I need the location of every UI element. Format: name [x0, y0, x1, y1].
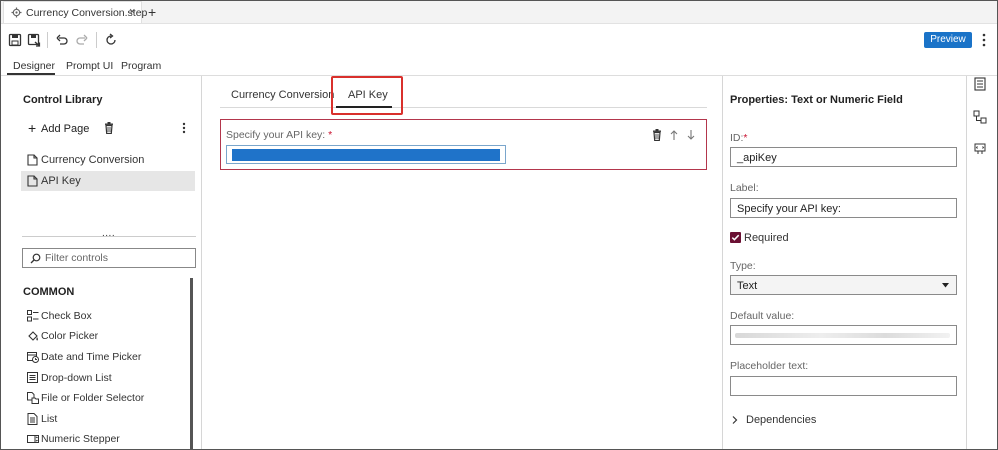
page-tabs-divider	[220, 107, 707, 108]
file-tab[interactable]: Currency Conversion.step ×	[3, 1, 147, 23]
control-item-dropdown-list[interactable]: Drop-down List	[27, 369, 187, 387]
add-page-label: Add Page	[41, 123, 90, 135]
control-item-numeric-stepper[interactable]: Numeric Stepper	[27, 430, 187, 448]
gear-icon	[11, 7, 22, 18]
control-item-label: File or Folder Selector	[41, 392, 145, 404]
id-label: ID:*	[730, 132, 748, 144]
tab-designer-underline	[7, 73, 55, 75]
delete-page-icon[interactable]	[104, 122, 114, 134]
search-icon	[30, 253, 41, 264]
redo-icon[interactable]	[75, 33, 89, 47]
label-value: Specify your API key:	[737, 203, 841, 215]
paint-bucket-icon	[27, 330, 39, 342]
control-item-list[interactable]: List	[27, 410, 187, 428]
page-item-currency-conversion[interactable]: Currency Conversion	[21, 150, 195, 170]
save-as-icon[interactable]	[27, 33, 41, 47]
filter-controls-field[interactable]	[22, 248, 196, 268]
page-tab-currency-conversion[interactable]: Currency Conversion	[231, 89, 334, 101]
type-select[interactable]: Text	[730, 275, 957, 295]
chevron-right-icon	[732, 416, 738, 424]
arrow-up-icon[interactable]	[669, 129, 681, 141]
undo-icon[interactable]	[55, 33, 69, 47]
label-field[interactable]: Specify your API key:	[730, 198, 957, 218]
calendar-clock-icon	[27, 351, 39, 363]
save-icon[interactable]	[8, 33, 22, 47]
annotation-highlight-box	[331, 76, 403, 115]
api-key-field-label: Specify your API key: *	[226, 129, 333, 141]
type-label: Type:	[730, 260, 756, 272]
dependencies-expander[interactable]: Dependencies	[732, 413, 832, 427]
preview-button[interactable]: Preview	[924, 32, 972, 48]
control-item-label: Numeric Stepper	[41, 433, 120, 445]
filter-controls-input[interactable]	[45, 251, 190, 265]
properties-title: Properties: Text or Numeric Field	[730, 94, 903, 106]
checkbox-list-icon	[27, 310, 39, 322]
add-page-button[interactable]: + Add Page	[28, 120, 90, 136]
page-icon	[27, 175, 38, 187]
file-folder-icon	[27, 392, 39, 404]
control-item-check-box[interactable]: Check Box	[27, 307, 187, 325]
common-section-title: COMMON	[23, 286, 75, 298]
source-pane-icon[interactable]	[973, 142, 987, 156]
id-field[interactable]: _apiKey	[730, 147, 957, 167]
new-tab-button[interactable]: +	[148, 4, 156, 20]
tab-prompt-ui[interactable]: Prompt UI	[66, 60, 113, 72]
tab-designer[interactable]: Designer	[13, 60, 55, 72]
properties-pane-icon[interactable]	[973, 77, 987, 91]
control-item-date-time-picker[interactable]: Date and Time Picker	[27, 348, 187, 366]
required-checkbox[interactable]	[730, 232, 741, 243]
tab-program[interactable]: Program	[121, 60, 161, 72]
outline-pane-icon[interactable]	[973, 110, 987, 124]
page-item-label: Currency Conversion	[41, 154, 145, 166]
page-item-label: API Key	[41, 175, 81, 187]
page-item-api-key[interactable]: API Key	[21, 171, 195, 191]
list-document-icon	[27, 413, 39, 425]
control-item-label: Color Picker	[41, 330, 99, 342]
placeholder-text-label: Placeholder text:	[730, 360, 809, 372]
id-value: _apiKey	[737, 152, 777, 164]
delete-field-icon[interactable]	[652, 129, 664, 141]
plus-icon: +	[28, 120, 37, 136]
default-value-field[interactable]	[730, 325, 957, 345]
toolbar-separator	[47, 32, 48, 48]
toolbar-separator	[96, 32, 97, 48]
control-list-scrollbar[interactable]	[190, 278, 193, 450]
page-options-icon[interactable]	[181, 122, 187, 134]
default-value-label: Default value:	[730, 310, 795, 322]
page-icon	[27, 154, 38, 166]
control-item-file-folder-selector[interactable]: File or Folder Selector	[27, 389, 187, 407]
splitter-grip[interactable]: ....	[102, 228, 115, 239]
refresh-icon[interactable]	[104, 33, 118, 47]
selected-text-highlight	[232, 149, 500, 161]
type-value: Text	[737, 280, 758, 292]
api-key-input[interactable]	[226, 145, 506, 164]
dropdown-list-icon	[27, 372, 39, 384]
control-item-color-picker[interactable]: Color Picker	[27, 327, 187, 345]
placeholder-text-field[interactable]	[730, 376, 957, 396]
control-item-label: Drop-down List	[41, 372, 112, 384]
numeric-stepper-icon	[27, 433, 39, 445]
control-item-label: Check Box	[41, 310, 92, 322]
close-tab-icon[interactable]: ×	[129, 6, 135, 18]
more-options-icon[interactable]	[980, 32, 988, 48]
control-item-label: List	[41, 413, 58, 425]
dependencies-label: Dependencies	[746, 414, 817, 426]
arrow-down-icon[interactable]	[686, 129, 698, 141]
control-library-title: Control Library	[23, 94, 103, 106]
control-item-label: Date and Time Picker	[41, 351, 142, 363]
redacted-value	[735, 333, 950, 338]
caret-down-icon	[942, 283, 949, 288]
required-label: Required	[744, 232, 789, 244]
label-label: Label:	[730, 182, 759, 194]
